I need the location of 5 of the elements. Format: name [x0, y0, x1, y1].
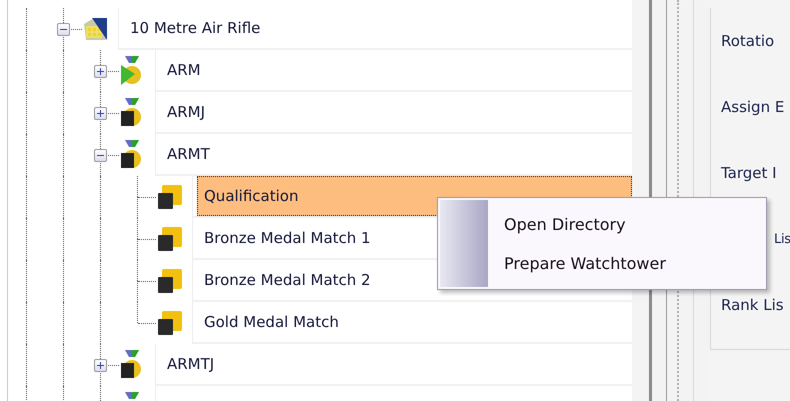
option-label: Target I — [721, 163, 778, 184]
option-label: Rank Lis — [721, 295, 785, 316]
option-label: Assign E — [721, 97, 786, 118]
option-label: Rotatio — [721, 31, 776, 52]
option-label: Lis — [773, 230, 790, 248]
